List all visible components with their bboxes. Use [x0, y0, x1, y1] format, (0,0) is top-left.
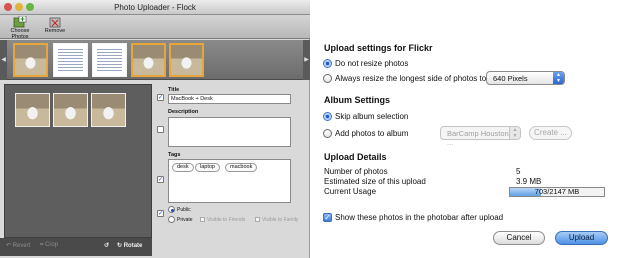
select-arrows-icon: ▲ ▼ — [509, 127, 520, 139]
private-radio[interactable] — [168, 216, 175, 223]
current-usage-label: Current Usage — [324, 187, 377, 196]
revert-button[interactable]: ↶ Revert — [6, 242, 30, 249]
tags-checkbox[interactable]: ✓ — [157, 176, 164, 183]
selected-photo-thumbnail[interactable] — [91, 93, 126, 127]
show-in-photobar-checkbox[interactable]: ✓ — [323, 213, 332, 222]
no-resize-label: Do not resize photos — [335, 59, 409, 68]
revert-label: Revert — [12, 243, 31, 249]
title-bar: Photo Uploader - Flock — [0, 0, 310, 15]
description-field[interactable] — [168, 117, 291, 147]
title-field[interactable]: MacBook + Desk — [168, 94, 291, 104]
album-select-value: BarCamp Houston ... — [447, 129, 509, 147]
estimated-size-value: 3.9 MB — [516, 177, 542, 186]
remove-label: Remove — [44, 28, 66, 34]
strip-thumbnail[interactable] — [13, 43, 48, 77]
select-arrows-icon: ▲ ▼ — [553, 72, 564, 84]
resize-size-select[interactable]: 640 Pixels ▲ ▼ — [486, 71, 565, 85]
crop-label: Crop — [45, 242, 59, 248]
crop-button[interactable]: ⌗ Crop — [40, 242, 58, 249]
album-select[interactable]: BarCamp Houston ... ▲ ▼ — [440, 126, 521, 147]
album-settings-heading: Album Settings — [324, 95, 391, 105]
usage-bar: 703/2147 MB — [509, 187, 605, 197]
create-album-button[interactable]: Create ... — [529, 126, 572, 140]
selected-photo-thumbnail[interactable] — [53, 93, 88, 127]
visible-to-friends-checkbox[interactable] — [200, 217, 205, 222]
strip-thumbnail[interactable] — [92, 43, 127, 77]
privacy-checkbox[interactable]: ✓ — [157, 210, 164, 217]
title-label: Title — [168, 87, 180, 93]
window-title: Photo Uploader - Flock — [114, 3, 196, 12]
tags-field[interactable]: desk laptop macbook — [168, 159, 291, 203]
public-radio[interactable] — [168, 206, 175, 213]
resize-size-value: 640 Pixels — [493, 74, 528, 83]
photo-details-form: ✓ Title MacBook + Desk Description ✓ Tag… — [155, 84, 307, 256]
title-checkbox[interactable]: ✓ — [157, 94, 164, 101]
canvas-bottom-bar: ↶ Revert ⌗ Crop ↺ ↻ Rotate — [0, 238, 152, 256]
photo-strip: ◀ ▶ — [0, 40, 310, 80]
rotate-right-icon: ↻ — [117, 243, 123, 249]
remove-photo-icon — [49, 17, 61, 28]
crop-icon: ⌗ — [40, 242, 44, 248]
number-of-photos-value: 5 — [516, 167, 521, 176]
strip-thumbnail[interactable] — [169, 43, 204, 77]
strip-thumbnail[interactable] — [53, 43, 88, 77]
rotate-left-icon[interactable]: ↺ — [104, 242, 109, 249]
revert-icon: ↶ — [6, 243, 12, 249]
add-photo-icon — [13, 16, 27, 28]
upload-button[interactable]: Upload — [555, 231, 608, 245]
choose-photos-button[interactable]: Choose Photos — [3, 16, 37, 40]
description-checkbox[interactable] — [157, 126, 164, 133]
cancel-button[interactable]: Cancel — [493, 231, 545, 245]
show-in-photobar-label: Show these photos in the photobar after … — [335, 213, 504, 222]
number-of-photos-label: Number of photos — [324, 167, 388, 176]
upload-settings-panel: Upload settings for Flickr Do not resize… — [311, 0, 620, 258]
tag-chip[interactable]: laptop — [195, 163, 220, 172]
strip-scroll-left-icon[interactable]: ◀ — [0, 40, 7, 80]
tags-label: Tags — [168, 152, 181, 158]
toolbar: Choose Photos Remove — [0, 15, 310, 40]
skip-album-label: Skip album selection — [335, 112, 409, 121]
selected-photo-thumbnail[interactable] — [15, 93, 50, 127]
selected-photos-canvas — [4, 84, 152, 238]
estimated-size-label: Estimated size of this upload — [324, 177, 426, 186]
tag-chip[interactable]: desk — [172, 163, 194, 172]
strip-thumbnail[interactable] — [131, 43, 166, 77]
rotate-button[interactable]: ↻ Rotate — [117, 242, 142, 249]
add-to-album-radio[interactable] — [323, 129, 332, 138]
zoom-window-button[interactable] — [26, 3, 34, 11]
upload-details-heading: Upload Details — [324, 152, 387, 162]
upload-settings-heading: Upload settings for Flickr — [324, 43, 433, 53]
visible-to-family-checkbox[interactable] — [255, 217, 260, 222]
visible-to-family-label: Visible to Family — [262, 217, 299, 223]
remove-button[interactable]: Remove — [44, 16, 66, 34]
visible-to-friends-label: Visible to Friends — [207, 217, 246, 223]
description-label: Description — [168, 109, 199, 115]
resize-radio[interactable] — [323, 74, 332, 83]
tag-chip[interactable]: macbook — [225, 163, 258, 172]
skip-album-radio[interactable] — [323, 112, 332, 121]
public-label: Public — [177, 207, 191, 213]
minimize-window-button[interactable] — [15, 3, 23, 11]
add-to-album-label: Add photos to album — [335, 129, 409, 138]
resize-label: Always resize the longest side of photos… — [335, 74, 487, 83]
photo-uploader-window: Photo Uploader - Flock Choose Photos Rem… — [0, 0, 310, 258]
private-label: Private — [177, 217, 193, 223]
usage-value: 703/2147 MB — [534, 187, 580, 196]
close-window-button[interactable] — [4, 3, 12, 11]
strip-scroll-right-icon[interactable]: ▶ — [303, 40, 310, 80]
rotate-label: Rotate — [123, 243, 143, 249]
no-resize-radio[interactable] — [323, 59, 332, 68]
choose-photos-label: Choose Photos — [10, 28, 30, 40]
